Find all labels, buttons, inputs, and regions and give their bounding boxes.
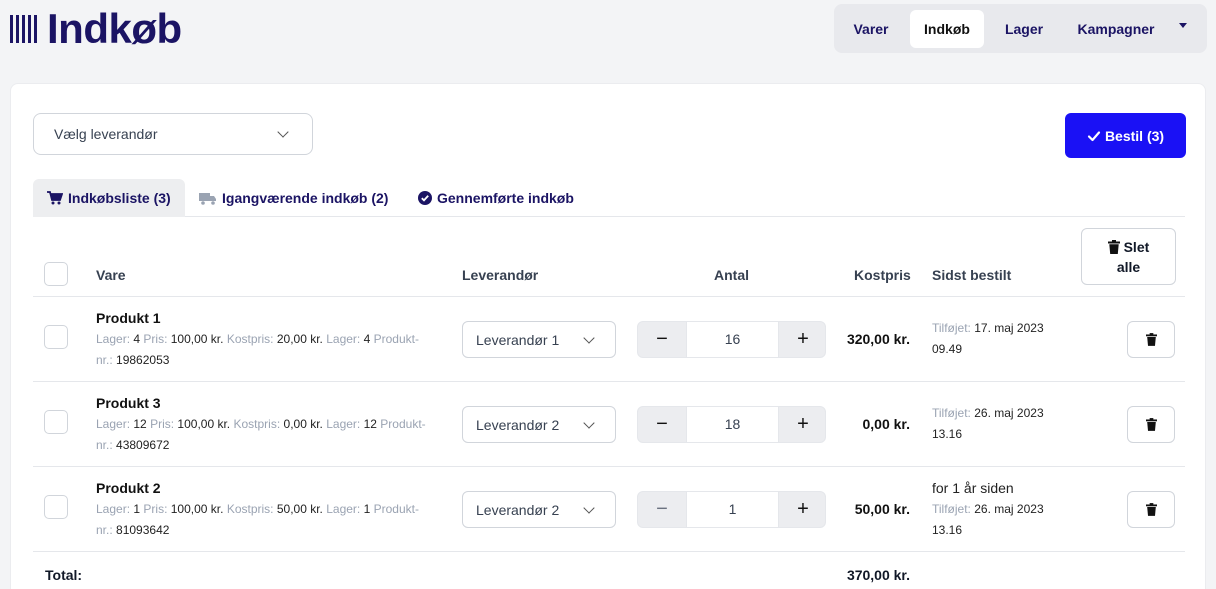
row-checkbox[interactable] — [44, 410, 68, 434]
decrement-button[interactable]: − — [638, 492, 686, 527]
divider — [33, 296, 1185, 297]
check-circle-icon — [418, 191, 432, 205]
delete-all-label-1: Slet — [1123, 239, 1150, 255]
quantity-input[interactable]: 1 — [686, 492, 779, 527]
truck-icon — [199, 192, 216, 205]
select-all-checkbox[interactable] — [44, 262, 68, 286]
decrement-button[interactable]: − — [638, 407, 686, 442]
header-last-ordered: Sidst bestilt — [932, 267, 1012, 283]
divider — [33, 551, 1185, 552]
product-meta: Lager: 12 Pris: 100,00 kr. Kostpris: 0,0… — [96, 417, 426, 452]
supplier-select-placeholder: Vælg leverandør — [54, 126, 158, 142]
tab-ongoing[interactable]: Igangværende indkøb (2) — [199, 179, 388, 217]
row-supplier-select[interactable]: Leverandør 2 — [462, 406, 616, 443]
row-supplier-value: Leverandør 2 — [476, 417, 560, 433]
row-checkbox[interactable] — [44, 495, 68, 519]
chevron-down-icon — [583, 332, 595, 344]
trash-icon — [1145, 333, 1157, 346]
header-cost: Kostpris — [854, 267, 911, 283]
delete-row-button[interactable] — [1127, 321, 1175, 358]
product-meta: Lager: 1 Pris: 100,00 kr. Kostpris: 50,0… — [96, 502, 419, 537]
top-nav: Varer Indkøb Lager Kampagner — [834, 4, 1207, 53]
row-cost: 0,00 kr. — [862, 416, 911, 432]
trash-icon — [1145, 418, 1157, 431]
delete-all-button[interactable]: Slet alle — [1081, 228, 1176, 285]
page-title: Indkøb — [47, 5, 182, 52]
header-product: Vare — [96, 267, 126, 283]
app-logo: Indkøb — [10, 8, 182, 50]
purchase-card: Vælg leverandør Bestil (3) Indkøbsliste … — [10, 83, 1206, 589]
nav-item-indkob[interactable]: Indkøb — [910, 10, 984, 48]
tab-ongoing-label: Igangværende indkøb (2) — [222, 190, 389, 206]
header-supplier: Leverandør — [462, 267, 539, 283]
delete-row-button[interactable] — [1127, 491, 1175, 528]
nav-item-kampagner[interactable]: Kampagner — [1066, 10, 1166, 48]
order-button[interactable]: Bestil (3) — [1065, 113, 1186, 158]
divider — [33, 381, 1185, 382]
nav-item-lager[interactable]: Lager — [992, 10, 1056, 48]
tab-completed[interactable]: Gennemførte indkøb — [418, 179, 574, 217]
delete-all-label-2: alle — [1116, 259, 1141, 275]
row-supplier-select[interactable]: Leverandør 1 — [462, 321, 616, 358]
row-supplier-value: Leverandør 2 — [476, 502, 560, 518]
total-value: 370,00 kr. — [846, 567, 910, 583]
trash-icon — [1145, 503, 1157, 516]
header-quantity: Antal — [714, 267, 749, 283]
supplier-select[interactable]: Vælg leverandør — [33, 113, 313, 155]
divider — [33, 466, 1185, 467]
row-checkbox[interactable] — [44, 325, 68, 349]
row-cost: 320,00 kr. — [846, 331, 910, 347]
row-supplier-select[interactable]: Leverandør 2 — [462, 491, 616, 528]
product-name: Produkt 3 — [96, 395, 161, 411]
chevron-down-icon — [583, 502, 595, 514]
cart-icon — [47, 191, 63, 205]
decrement-button[interactable]: − — [638, 322, 686, 357]
quantity-input[interactable]: 16 — [686, 322, 779, 357]
row-supplier-value: Leverandør 1 — [476, 332, 560, 348]
total-label: Total: — [45, 567, 83, 583]
barcode-icon — [10, 15, 37, 43]
nav-dropdown-caret-icon[interactable] — [1179, 23, 1187, 28]
nav-item-varer[interactable]: Varer — [840, 10, 902, 48]
added-info: Tilføjet: 26. maj 2023 13.16 — [932, 502, 1044, 537]
tab-shopping-list[interactable]: Indkøbsliste (3) — [33, 179, 185, 217]
trash-icon — [1107, 240, 1120, 254]
tab-bar: Indkøbsliste (3) Igangværende indkøb (2)… — [33, 179, 1185, 217]
check-icon — [1087, 130, 1101, 141]
tab-shopping-list-label: Indkøbsliste (3) — [68, 190, 171, 206]
tab-completed-label: Gennemførte indkøb — [437, 190, 574, 206]
relative-time: for 1 år siden — [932, 480, 1014, 496]
product-name: Produkt 2 — [96, 480, 161, 496]
quantity-input[interactable]: 18 — [686, 407, 779, 442]
chevron-down-icon — [277, 126, 289, 138]
row-cost: 50,00 kr. — [854, 501, 910, 517]
added-info: Tilføjet: 17. maj 2023 09.49 — [932, 321, 1044, 356]
product-meta: Lager: 4 Pris: 100,00 kr. Kostpris: 20,0… — [96, 332, 419, 367]
chevron-down-icon — [583, 417, 595, 429]
added-info: Tilføjet: 26. maj 2023 13.16 — [932, 406, 1044, 441]
product-name: Produkt 1 — [96, 310, 161, 326]
order-button-label: Bestil (3) — [1104, 127, 1165, 144]
delete-row-button[interactable] — [1127, 406, 1175, 443]
